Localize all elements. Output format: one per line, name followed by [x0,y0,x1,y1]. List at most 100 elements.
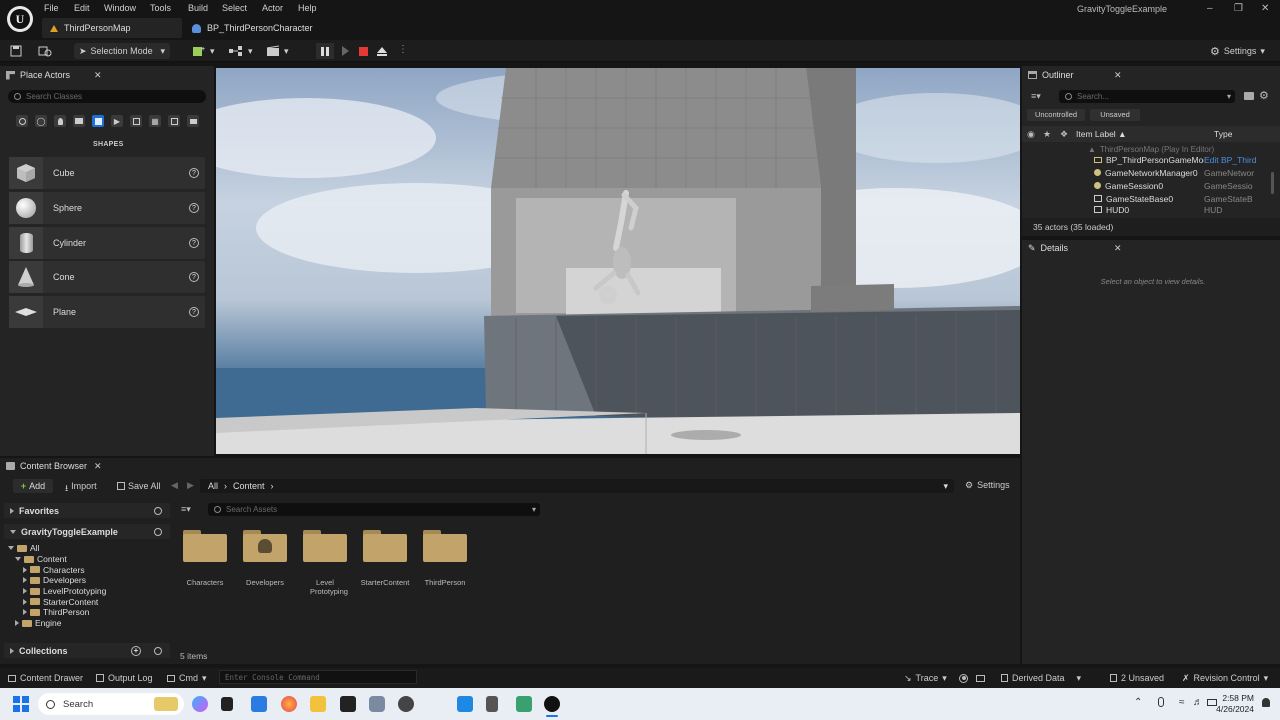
asset-tile[interactable]: Characters [175,530,235,600]
tree-item-startercontent[interactable]: StarterContent [8,596,168,607]
toolbar-settings-button[interactable]: ⚙ Settings ▾ [1210,43,1265,59]
microphone-icon[interactable] [1158,697,1164,707]
visual-effects-icon[interactable]: ▶ [111,115,123,127]
shape-item-cube[interactable]: Cube ? [9,157,205,189]
notification-bell-icon[interactable] [1262,698,1270,707]
close-window-icon[interactable]: ✕ [1261,3,1269,14]
tree-item-characters[interactable]: Characters [8,564,168,575]
menu-edit[interactable]: Edit [74,3,90,13]
outliner-row[interactable]: GameNetworkManager0 GameNetwor [1094,166,1270,179]
filter-icon[interactable]: ≡▾ [1031,91,1041,102]
history-back-icon[interactable]: ◀ [171,480,178,491]
record-icon[interactable] [959,672,968,684]
type-column-header[interactable]: Type [1214,129,1232,139]
tray-chevron-icon[interactable]: ⌃ [1134,697,1142,708]
shape-item-cylinder[interactable]: Cylinder ? [9,227,205,259]
clock[interactable]: 2:58 PM 4/26/2024 [1212,693,1254,715]
menu-window[interactable]: Window [104,3,136,13]
search-icon[interactable] [154,527,162,536]
all-classes-icon[interactable]: ▦ [149,115,161,127]
outliner-row[interactable]: BP_ThirdPersonGameMode Edit BP_Third [1094,153,1270,166]
minimize-icon[interactable]: – [1207,3,1213,14]
camera-icon[interactable] [369,696,385,712]
outliner-row[interactable]: GameStateBase0 GameStateB [1094,192,1270,205]
tree-item-engine[interactable]: Engine [8,618,168,629]
step-button[interactable] [336,43,354,59]
shapes-icon[interactable] [92,115,104,127]
volume-icon[interactable]: ♬ [1193,697,1203,708]
visibility-eye-icon[interactable]: ◉ [1027,129,1035,140]
asset-tile[interactable]: Level Prototyping [295,530,355,600]
help-icon[interactable]: ? [189,168,199,178]
outliner-row[interactable]: HUD0 HUD [1094,205,1270,214]
content-browser-tab[interactable]: Content Browser [6,458,87,474]
collections-header[interactable]: Collections + [4,643,170,658]
screenshot-icon[interactable] [976,672,985,684]
selection-mode-button[interactable]: ➤ Selection Mode ▾ [74,43,170,59]
save-icon[interactable] [10,43,22,59]
tab-blueprint[interactable]: BP_ThirdPersonCharacter [184,18,321,38]
filter-unsaved-button[interactable]: Unsaved [1090,109,1140,121]
output-log-button[interactable]: Output Log [96,672,153,684]
menu-help[interactable]: Help [298,3,317,13]
close-icon[interactable]: ✕ [1114,243,1122,254]
task-view-icon[interactable] [221,697,233,711]
cmd-dropdown[interactable]: Cmd ▾ [167,672,207,684]
content-settings-button[interactable]: ⚙ Settings [965,480,1010,491]
vscode-icon[interactable] [457,696,473,712]
menu-file[interactable]: File [44,3,59,13]
menu-build[interactable]: Build [188,3,208,13]
tasks-icon[interactable] [398,696,414,712]
menu-actor[interactable]: Actor [262,3,283,13]
play-options-icon[interactable]: ⋮ [398,44,408,55]
asset-tile[interactable]: ThirdPerson [415,530,475,600]
console-input[interactable]: Enter Console Command [219,670,417,684]
browse-icon[interactable] [38,43,52,59]
asset-tile[interactable]: StarterContent [355,530,415,600]
content-drawer-button[interactable]: Content Drawer [8,672,83,684]
chevron-down-icon[interactable]: ▾ [943,481,948,492]
import-button[interactable]: ⭳ Import [65,481,97,497]
add-collection-icon[interactable]: + [131,645,141,656]
close-icon[interactable]: ✕ [94,461,102,472]
help-icon[interactable]: ? [189,238,199,248]
tree-item-developers[interactable]: Developers [8,575,168,586]
help-icon[interactable]: ? [189,307,199,317]
level-viewport[interactable] [216,68,1020,454]
filter-uncontrolled-button[interactable]: Uncontrolled [1027,109,1085,121]
place-actors-search-input[interactable]: Search Classes [8,90,206,103]
item-label-column-header[interactable]: Item Label ▲ [1076,129,1127,139]
blueprints-icon[interactable]: ▾ [228,43,253,59]
modes-icon[interactable] [187,115,199,127]
place-actors-tab[interactable]: Place Actors [6,67,70,83]
eject-button[interactable] [374,44,390,58]
volumes-icon[interactable] [130,115,142,127]
tree-item-thirdperson[interactable]: ThirdPerson [8,607,168,618]
pause-button[interactable] [316,43,334,59]
epic-games-icon[interactable] [340,696,356,712]
asset-tile[interactable]: Developers [235,530,295,600]
cinematic-icon[interactable] [73,115,85,127]
revision-control-button[interactable]: ✗ Revision Control ▾ [1182,672,1268,684]
pin-icon[interactable]: ❖ [1060,129,1068,140]
add-folder-icon[interactable] [1244,92,1254,100]
outliner-tab[interactable]: Outliner [1028,67,1074,83]
close-icon[interactable]: ✕ [1114,70,1122,81]
asset-filter-icon[interactable]: ≡▾ [181,504,191,515]
outliner-search-input[interactable]: Search... ▾ [1059,90,1235,103]
close-icon[interactable]: ✕ [94,70,102,81]
path-segment-all[interactable]: All [208,481,218,491]
add-actor-icon[interactable]: + ▾ [192,43,215,59]
tab-map[interactable]: ThirdPersonMap [42,18,182,38]
outliner-row-type[interactable]: Edit BP_Third [1204,155,1256,165]
shape-item-plane[interactable]: Plane ? [9,296,205,328]
unreal-logo-icon[interactable]: U [7,6,33,32]
search-icon[interactable] [154,646,162,655]
project-header[interactable]: GravityToggleExample [4,524,170,539]
maximize-icon[interactable]: ❐ [1234,3,1243,14]
unreal-taskbar-icon[interactable] [544,696,560,712]
menu-tools[interactable]: Tools [150,3,171,13]
shape-item-sphere[interactable]: Sphere ? [9,192,205,224]
favorites-header[interactable]: Favorites [4,503,170,518]
file-explorer-icon[interactable] [310,696,326,712]
